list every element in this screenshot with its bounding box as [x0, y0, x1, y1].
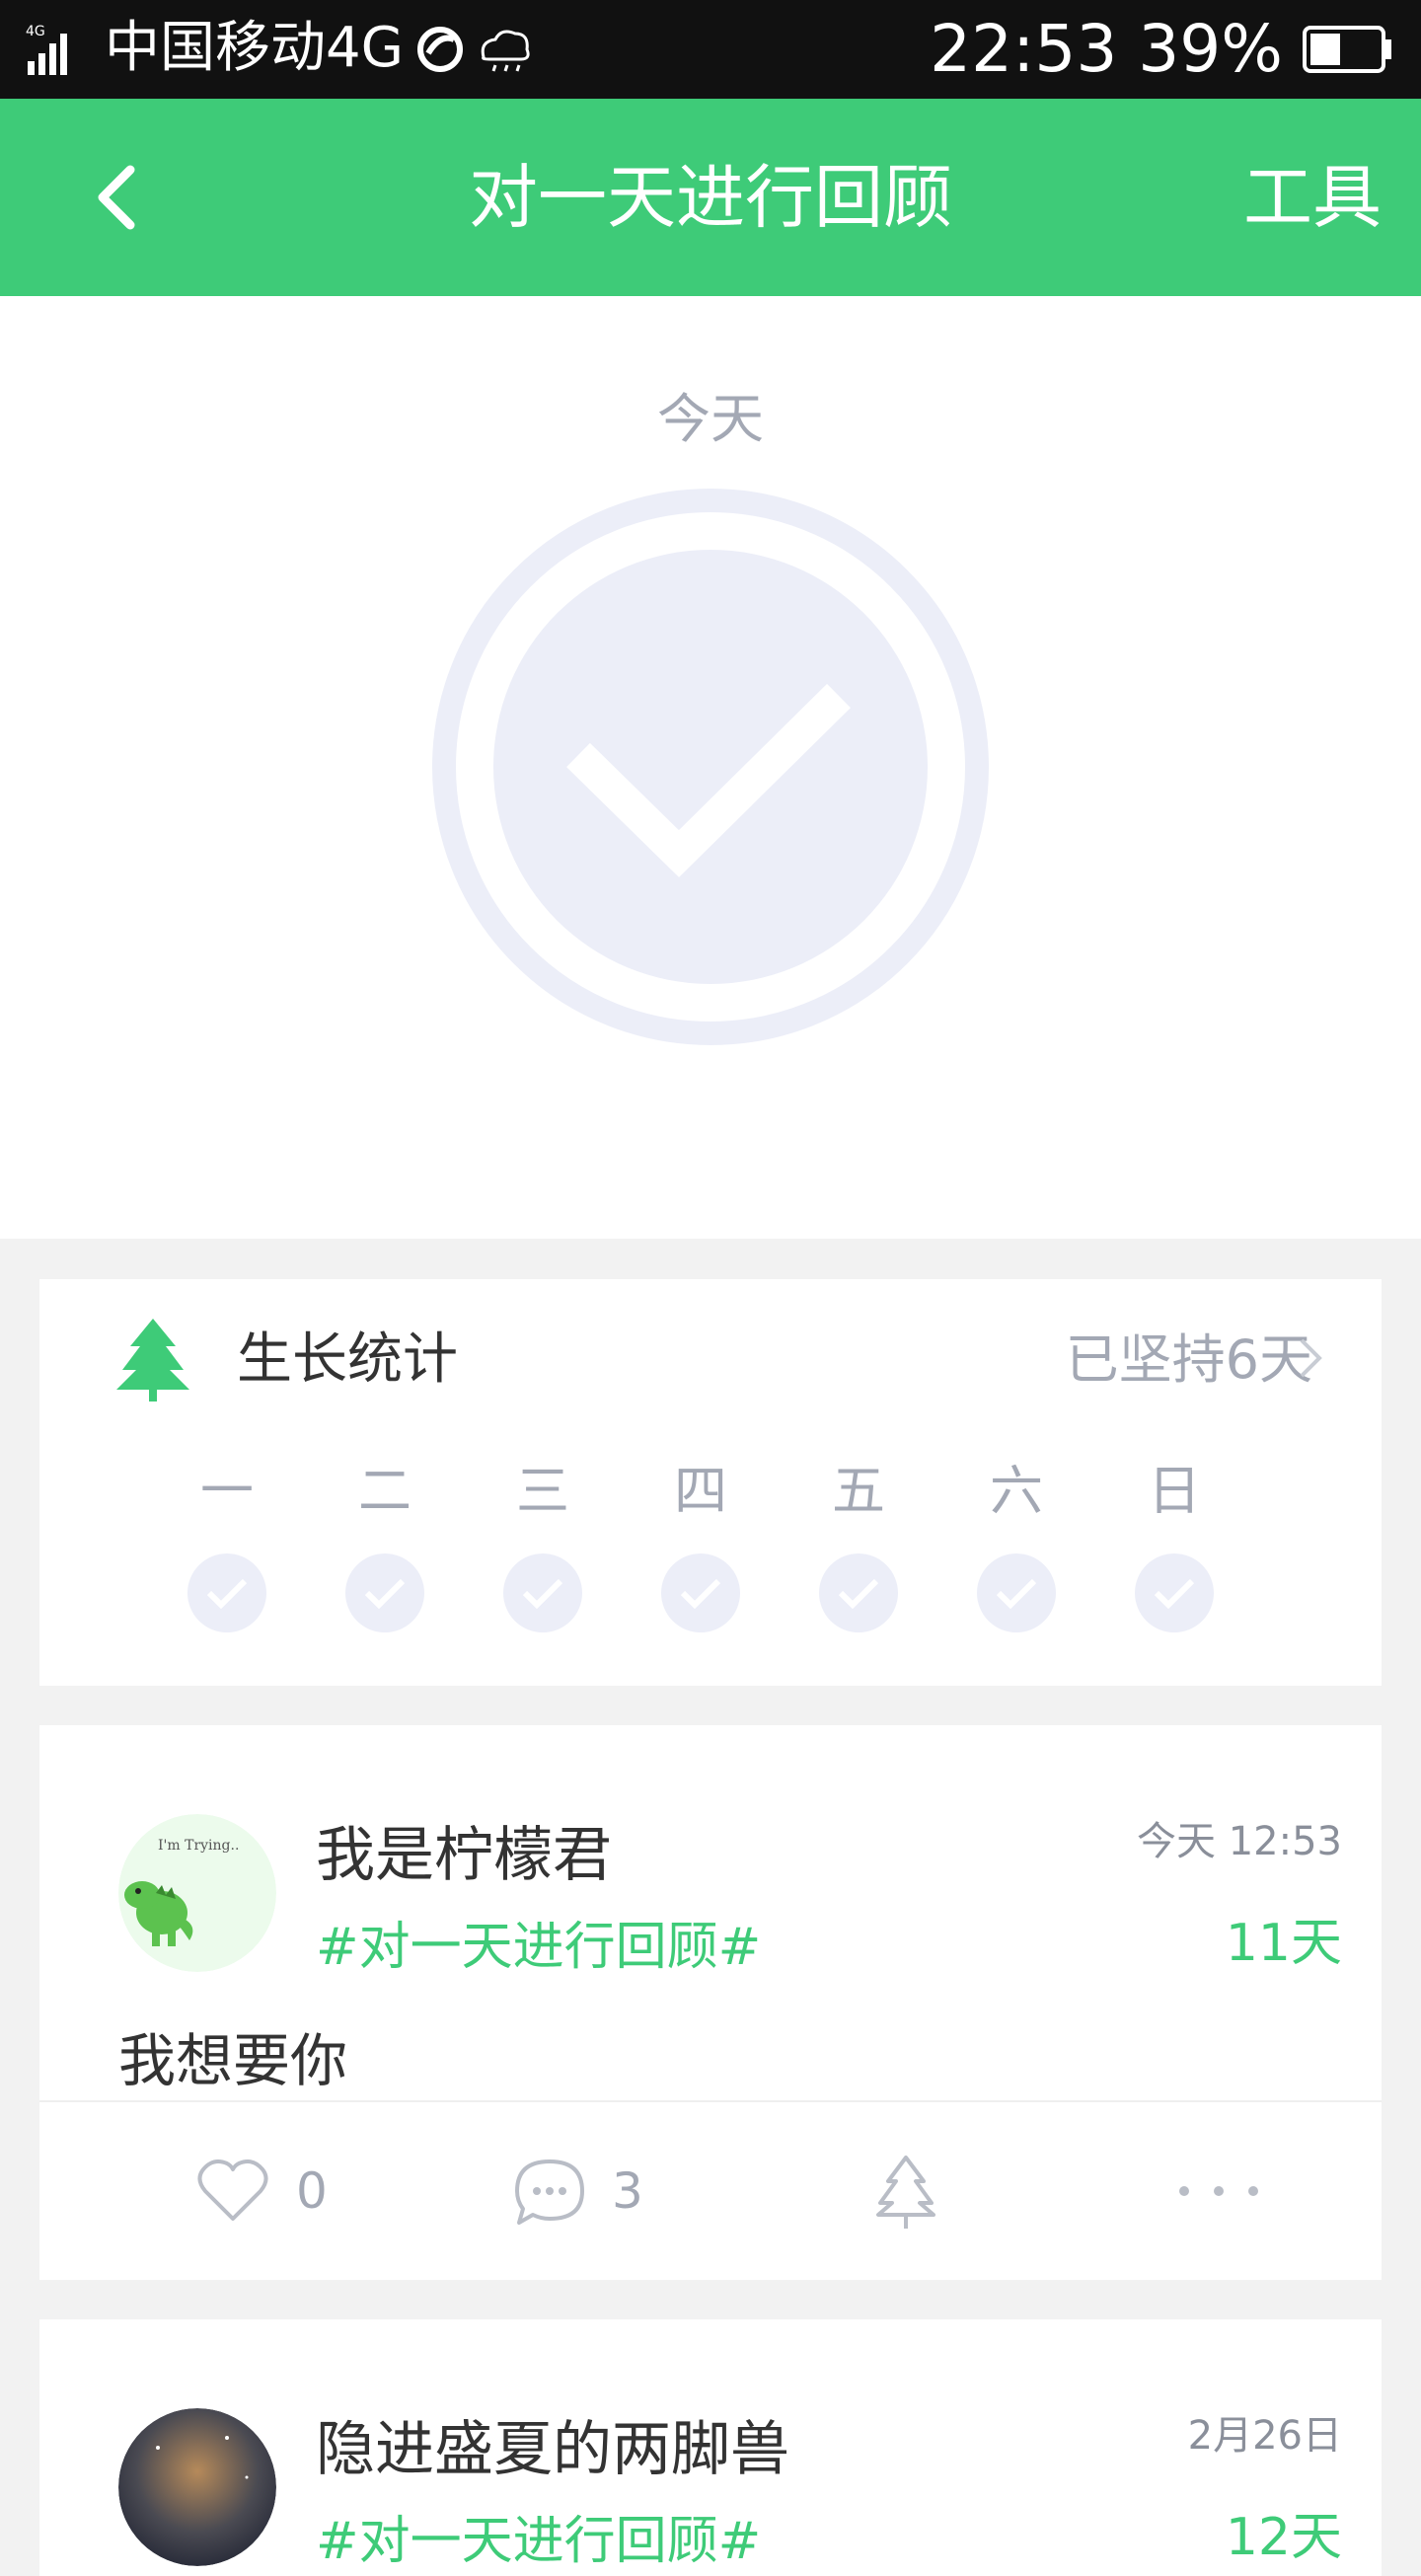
- post-day-count: 11天: [1225, 1914, 1342, 1973]
- svg-text:4G: 4G: [26, 24, 45, 39]
- day-label: 二: [358, 1460, 411, 1522]
- growth-title: 生长统计: [237, 1327, 458, 1392]
- more-button[interactable]: [1174, 2102, 1273, 2280]
- author-name[interactable]: 我是柠檬君: [316, 1816, 612, 1895]
- day-check-icon: [1135, 1553, 1214, 1632]
- author-name[interactable]: 隐进盛夏的两脚兽: [316, 2410, 789, 2489]
- today-checkin-section: 今天: [0, 296, 1421, 1239]
- day-checkin: 五: [809, 1457, 908, 1632]
- battery-percent: 39%: [1138, 11, 1283, 87]
- day-checkin: 三: [493, 1457, 592, 1632]
- post-card[interactable]: I'm Trying.. 我是柠檬君 #对一天进行回顾# 今天 12:53 11…: [39, 1725, 1382, 2280]
- week-checkins: 一二三四五六日: [39, 1457, 1382, 1632]
- avatar[interactable]: [118, 2408, 276, 2566]
- streak-link[interactable]: 已坚持6天: [1066, 1325, 1312, 1396]
- rain-cloud-icon: [481, 30, 530, 72]
- day-checkin: 二: [336, 1457, 434, 1632]
- comment-button[interactable]: 3: [513, 2102, 671, 2280]
- avatar-caption: I'm Trying..: [158, 1838, 239, 1854]
- post-day-count: 12天: [1225, 2508, 1342, 2567]
- day-label: 四: [674, 1460, 727, 1522]
- day-label: 五: [832, 1460, 885, 1522]
- heart-icon: [197, 2159, 268, 2221]
- tools-button[interactable]: 工具: [1243, 99, 1382, 296]
- avatar[interactable]: I'm Trying..: [118, 1814, 276, 1972]
- day-check-icon: [977, 1553, 1056, 1632]
- day-label: 一: [200, 1460, 254, 1522]
- day-check-icon: [187, 1553, 266, 1632]
- tree-outline-icon: [876, 2156, 935, 2229]
- night-sky-avatar-image: [118, 2408, 276, 2566]
- post-actions: 0 3: [39, 2102, 1382, 2280]
- post-text: 我想要你: [118, 2027, 348, 2094]
- post-time: 今天 12:53: [1137, 1819, 1342, 1864]
- like-count: 0: [296, 2162, 328, 2220]
- day-checkin: 六: [967, 1457, 1066, 1632]
- post-card[interactable]: 隐进盛夏的两脚兽 #对一天进行回顾# 2月26日 12天: [39, 2319, 1382, 2576]
- day-check-icon: [503, 1553, 582, 1632]
- dinosaur-avatar-image: I'm Trying..: [118, 1814, 276, 1972]
- nav-bar: 对一天进行回顾 工具: [0, 99, 1421, 296]
- day-label: 三: [516, 1460, 569, 1522]
- clock: 22:53: [930, 11, 1118, 87]
- growth-stats-card: 生长统计 已坚持6天 一 二 三 四 五 六 日: [39, 1279, 1382, 1686]
- check-circle-icon[interactable]: [432, 489, 989, 1045]
- water-tree-button[interactable]: [874, 2102, 953, 2280]
- comment-count: 3: [612, 2162, 643, 2220]
- day-check-icon: [819, 1553, 898, 1632]
- post-time: 2月26日: [1187, 2413, 1342, 2459]
- tree-icon: [116, 1319, 189, 1402]
- day-label: 日: [1148, 1460, 1201, 1522]
- topic-tag[interactable]: #对一天进行回顾#: [316, 1913, 761, 1982]
- network-icon: [417, 27, 530, 72]
- day-check-icon: [661, 1553, 740, 1632]
- more-dots-icon: [1179, 2186, 1258, 2196]
- day-label: 六: [990, 1460, 1043, 1522]
- signal-4g-icon: 4G: [26, 24, 67, 75]
- today-label: 今天: [657, 388, 764, 450]
- battery-icon: [1303, 26, 1391, 73]
- day-checkin: 日: [1125, 1457, 1224, 1632]
- status-time: 22:53 39%: [930, 10, 1283, 89]
- comment-icon: [515, 2159, 584, 2225]
- like-button[interactable]: 0: [197, 2102, 355, 2280]
- page-title: 对一天进行回顾: [469, 157, 952, 238]
- day-checkin: 四: [651, 1457, 750, 1632]
- day-check-icon: [345, 1553, 424, 1632]
- topic-tag[interactable]: #对一天进行回顾#: [316, 2507, 761, 2576]
- chevron-right-icon: [1300, 1338, 1322, 1378]
- status-bar: 4G 中国移动4G 22:53 39%: [0, 0, 1421, 99]
- carrier-label: 中国移动4G: [105, 16, 405, 80]
- day-checkin: 一: [178, 1457, 276, 1632]
